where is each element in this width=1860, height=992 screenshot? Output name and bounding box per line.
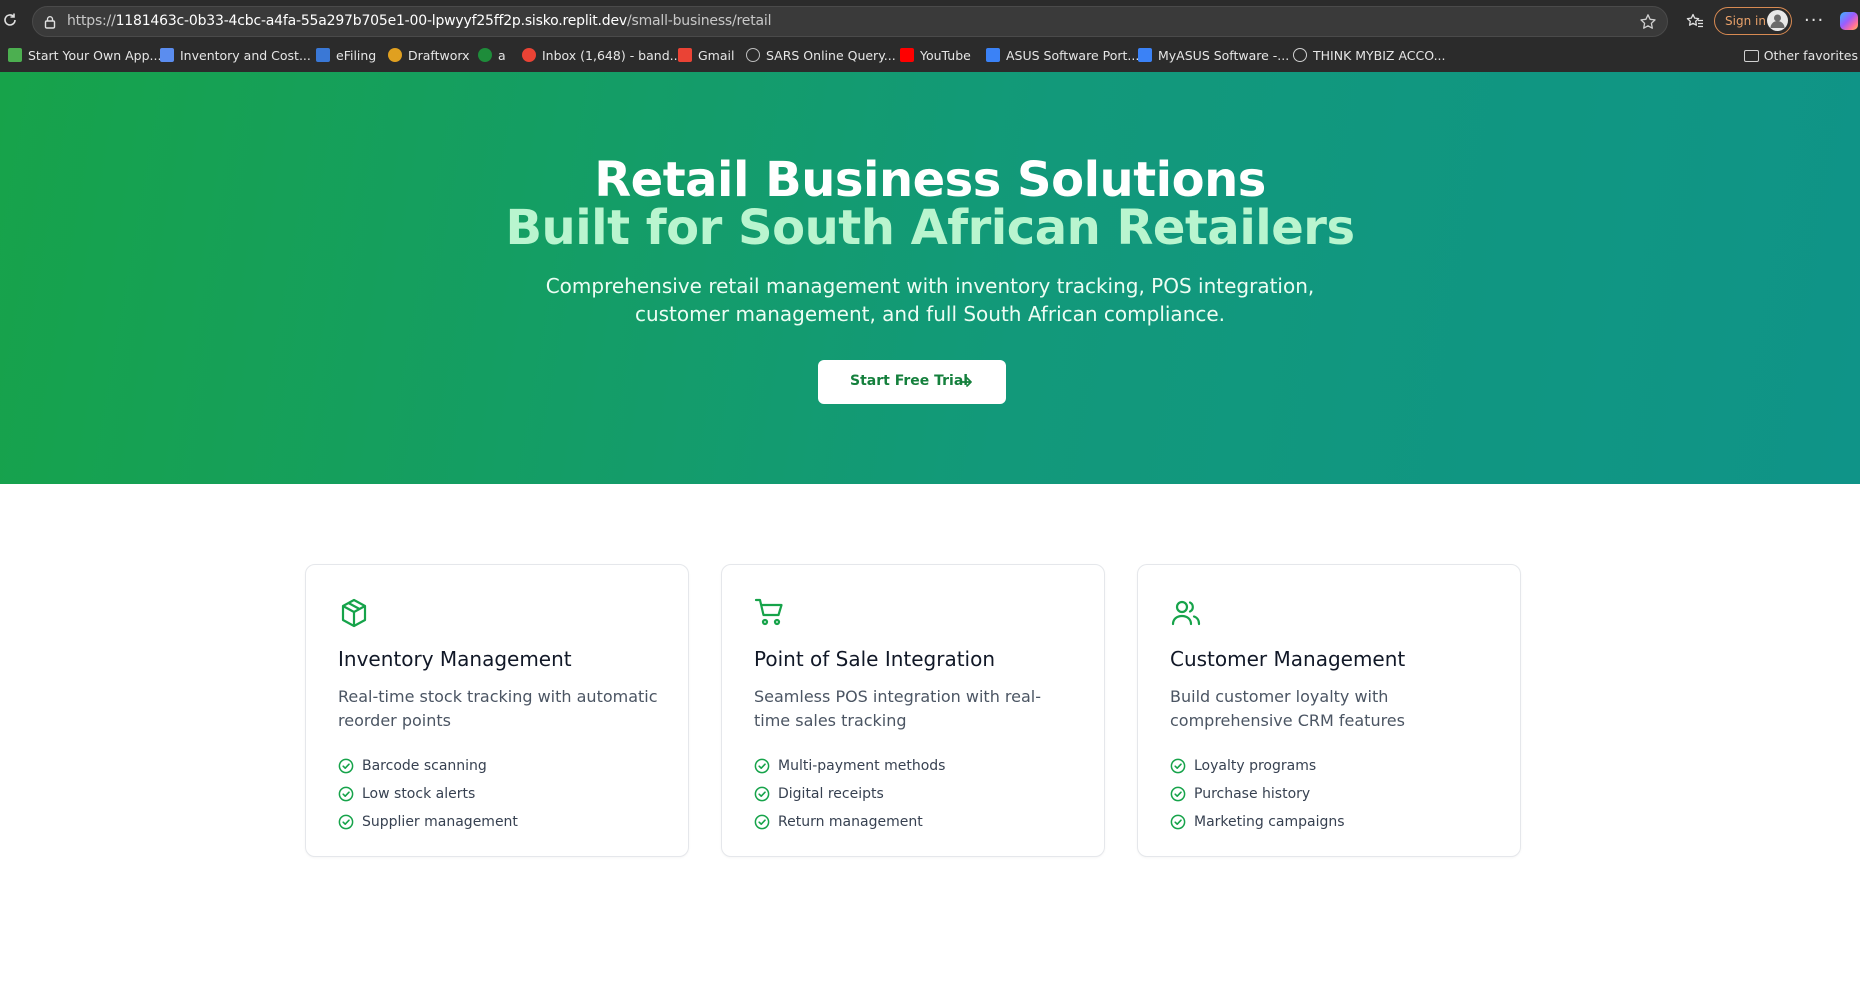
bookmark-item[interactable]: MyASUS Software -...: [1138, 48, 1289, 66]
bookmark-item[interactable]: a: [478, 48, 506, 66]
arrow-right-icon: [960, 377, 972, 387]
check-circle-icon: [754, 814, 770, 830]
feature-card: Point of Sale Integration Seamless POS in…: [721, 564, 1105, 857]
bookmark-label: ASUS Software Port...: [1006, 48, 1140, 63]
bookmark-label: MyASUS Software -...: [1158, 48, 1290, 63]
hero-subtitle: Comprehensive retail management with inv…: [545, 274, 1315, 326]
users-icon: [1171, 600, 1201, 626]
bookmark-label: Start Your Own App...: [28, 48, 162, 63]
bookmark-label: Gmail: [698, 48, 735, 63]
card-title: Inventory Management: [338, 647, 572, 671]
bookmark-item[interactable]: SARS Online Query...: [746, 48, 896, 66]
bookmark-label: Inventory and Cost...: [180, 48, 311, 63]
check-circle-icon: [338, 814, 354, 830]
url-host: 1181463c-0b33-4cbc-a4fa-55a297b705e1-00-…: [115, 13, 628, 29]
sign-in-button[interactable]: Sign in: [1714, 7, 1792, 35]
ac-icon: [160, 48, 174, 62]
app-icon: [8, 48, 22, 62]
address-bar[interactable]: https://1181463c-0b33-4cbc-a4fa-55a297b7…: [32, 6, 1668, 37]
other-favorites[interactable]: Other favorites: [1743, 48, 1858, 63]
check-circle-icon: [754, 786, 770, 802]
folder-icon: [1743, 50, 1759, 62]
feature-card: Inventory Management Real-time stock trac…: [305, 564, 689, 857]
feature-label: Supplier management: [362, 814, 518, 830]
bookmark-item[interactable]: THINK MYBIZ ACCO...: [1293, 48, 1446, 66]
card-description: Build customer loyalty with comprehensiv…: [1170, 687, 1405, 730]
address-row: https://1181463c-0b33-4cbc-a4fa-55a297b7…: [0, 0, 1860, 42]
check-circle-icon: [754, 758, 770, 774]
bookmark-item[interactable]: eFiling: [316, 48, 376, 66]
bookmark-item[interactable]: YouTube: [900, 48, 971, 66]
profile-avatar-icon: [1767, 10, 1788, 31]
browser-chrome: https://1181463c-0b33-4cbc-a4fa-55a297b7…: [0, 0, 1860, 72]
url-text[interactable]: https://1181463c-0b33-4cbc-a4fa-55a297b7…: [67, 13, 771, 29]
bookmark-item[interactable]: ASUS Software Port...: [986, 48, 1139, 66]
bookmark-label: THINK MYBIZ ACCO...: [1313, 48, 1446, 63]
url-prefix: https://: [67, 13, 116, 29]
feature-label: Digital receipts: [778, 786, 884, 802]
other-favorites-label: Other favorites: [1763, 48, 1858, 63]
card-title: Point of Sale Integration: [754, 647, 996, 671]
check-circle-icon: [1170, 758, 1186, 774]
url-path: /small-business/retail: [626, 13, 772, 29]
feature-label: Multi-payment methods: [778, 758, 946, 774]
favorites-star-icon[interactable]: [1686, 12, 1704, 30]
feature-card: Customer Management Build customer loyalt…: [1137, 564, 1521, 857]
feature-label: Barcode scanning: [362, 758, 487, 774]
check-circle-icon: [338, 786, 354, 802]
google-icon: [522, 48, 536, 62]
card-description: Seamless POS integration with real-time …: [754, 687, 1042, 730]
asus-icon: [986, 48, 1000, 62]
more-menu-icon[interactable]: ···: [1804, 10, 1824, 31]
efiling-icon: [316, 48, 330, 62]
reload-icon[interactable]: [2, 12, 18, 28]
globe-icon: [746, 48, 760, 62]
bookmark-label: a: [498, 48, 506, 63]
lock-icon[interactable]: [43, 15, 57, 29]
bookmark-label: YouTube: [920, 48, 971, 63]
bookmark-item[interactable]: Inbox (1,648) - band...: [522, 48, 682, 66]
check-circle-icon: [1170, 814, 1186, 830]
gmail-icon: [678, 48, 692, 62]
bookmark-label: SARS Online Query...: [766, 48, 896, 63]
bookmark-item[interactable]: Draftworx: [388, 48, 470, 66]
start-free-trial-label: Start Free Trial: [850, 373, 969, 389]
bookmarks-bar: Other favorites Start Your Own App... Inv…: [0, 42, 1860, 72]
copilot-icon[interactable]: [1840, 12, 1858, 30]
bookmark-item[interactable]: Gmail: [678, 48, 734, 66]
start-free-trial-button[interactable]: Start Free Trial: [818, 360, 1006, 404]
check-circle-icon: [1170, 786, 1186, 802]
bookmark-item[interactable]: Start Your Own App...: [8, 48, 161, 66]
sign-in-label: Sign in: [1725, 14, 1766, 28]
card-title: Customer Management: [1170, 647, 1406, 671]
shopping-cart-icon: [754, 598, 783, 626]
bookmark-label: Draftworx: [408, 48, 470, 63]
bookmark-label: eFiling: [336, 48, 377, 63]
thinkmybiz-icon: [1293, 48, 1307, 62]
youtube-icon: [900, 48, 914, 62]
bookmark-a-icon: [478, 48, 492, 62]
star-icon[interactable]: [1639, 13, 1657, 31]
card-description: Real-time stock tracking with automatic …: [338, 687, 658, 730]
feature-label: Low stock alerts: [362, 786, 476, 802]
myasus-icon: [1138, 48, 1152, 62]
bookmark-label: Inbox (1,648) - band...: [542, 48, 682, 63]
package-icon: [341, 598, 367, 628]
feature-label: Marketing campaigns: [1194, 814, 1345, 830]
draftworx-icon: [388, 48, 402, 62]
hero-section: Retail Business Solutions Built for Sout…: [0, 72, 1860, 484]
bookmark-item[interactable]: Inventory and Cost...: [160, 48, 311, 66]
feature-label: Return management: [778, 814, 923, 830]
hero-title-highlight: Built for South African Retailers: [505, 200, 1355, 256]
feature-label: Purchase history: [1194, 786, 1311, 802]
check-circle-icon: [338, 758, 354, 774]
feature-label: Loyalty programs: [1194, 758, 1317, 774]
